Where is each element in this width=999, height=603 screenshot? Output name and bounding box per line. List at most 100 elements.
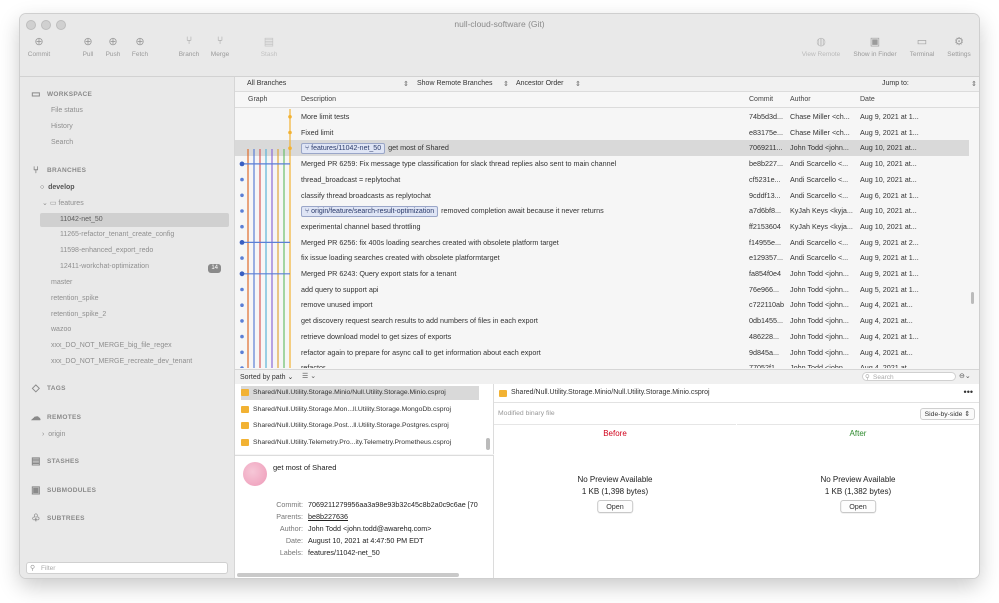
sidebar-item-branch[interactable]: retention_spike (51, 295, 98, 302)
sidebar-item-branch[interactable]: xxx_DO_NOT_MERGE_big_file_regex (51, 342, 172, 349)
sidebar-item-branch[interactable]: wazoo (51, 326, 71, 333)
sidebar-item-file-status[interactable]: File status (51, 107, 83, 114)
branch-button[interactable]: ⑂ Branch (174, 34, 204, 58)
graph-commit-node (239, 161, 245, 167)
sidebar-item-branch[interactable]: retention_spike_2 (51, 311, 106, 318)
graph-column-header[interactable]: Graph (248, 96, 267, 103)
author-row: Author: John Todd <john.todd@awarehq.com… (279, 524, 432, 533)
date-column-header[interactable]: Date (860, 96, 875, 103)
commit-row[interactable]: thread_broadcast = replytochat cf5231e...… (235, 172, 969, 188)
graph-commit-node (240, 224, 244, 229)
remotes-section[interactable]: ☁ REMOTES (30, 412, 81, 423)
commit-hash-row: Commit: 7069211279956aa3a98e93b32c45c8b2… (276, 500, 478, 509)
commit-row[interactable]: refactor 77052f1... John Todd <john... Aug … (235, 360, 969, 368)
changed-files-list: Shared/Null.Utility.Storage.Minio/Null.U… (235, 384, 494, 454)
sidebar-filter-input[interactable]: ⚲ Filter (26, 562, 228, 574)
file-row[interactable]: Shared/Null.Utility.Storage.Minio/Null.U… (241, 386, 479, 400)
commit-author: Andi Scarcello <... (790, 237, 849, 247)
subtrees-section[interactable]: ♧ SUBTREES (30, 513, 85, 524)
commit-column-header[interactable]: Commit (749, 96, 773, 103)
commit-row[interactable]: experimental channel based throttling ff2… (235, 219, 969, 235)
graph-commit-node (240, 350, 244, 355)
submodules-section[interactable]: ▣ SUBMODULES (30, 485, 96, 496)
commit-row[interactable]: ⑂ features/11042-net_50 get most of Share… (235, 140, 969, 157)
commit-row[interactable]: Fixed limit e83175e... Chase Miller <ch...… (235, 125, 969, 141)
file-modified-icon (499, 389, 507, 398)
remote-branches-dropdown[interactable]: Show Remote Branches (417, 80, 492, 87)
sidebar-item-search[interactable]: Search (51, 139, 73, 146)
commit-row[interactable]: classify thread broadcasts as replytocha… (235, 188, 969, 204)
sidebar-item-branch[interactable]: 11265-refactor_tenant_create_config (60, 231, 174, 238)
commit-author: John Todd <john... (790, 363, 849, 368)
stash-button[interactable]: ▤ Stash (254, 34, 284, 59)
stepper-icon: ⇕ (964, 411, 970, 418)
commit-date: Aug 4, 2021 at... (860, 347, 913, 357)
commit-row[interactable]: More limit tests 74b5d3d... Chase Miller <… (235, 109, 969, 125)
commit-button[interactable]: ⊕ Commit (24, 34, 54, 59)
branches-dropdown[interactable]: All Branches (247, 80, 286, 87)
commit-author: Andi Scarcello <... (790, 190, 849, 200)
branch-label-tag[interactable]: ⑂ origin/feature/search-result-optimizat… (301, 206, 439, 218)
commit-row[interactable]: ⑂ origin/feature/search-result-optimizat… (235, 203, 969, 219)
open-before-button[interactable]: Open (597, 500, 633, 513)
branch-label-tag[interactable]: ⑂ features/11042-net_50 (301, 143, 386, 155)
details-scrollbar[interactable] (237, 573, 459, 577)
show-in-finder-button[interactable]: ▣ Show in Finder (853, 34, 896, 59)
file-row[interactable]: Shared/Null.Utility.Storage.Mon...ll.Uti… (241, 403, 479, 417)
history-toolbar: All Branches ⇕ Show Remote Branches ⇕ An… (235, 77, 979, 92)
file-search-input[interactable]: ⚲ Search (862, 372, 956, 381)
open-after-button[interactable]: Open (840, 500, 876, 513)
tag-icon: ◇ (32, 382, 40, 394)
tags-section[interactable]: ◇ TAGS (30, 382, 66, 394)
commit-row[interactable]: get discovery request search results to … (235, 313, 969, 329)
commit-row[interactable]: add query to support api 76e966... John To… (235, 282, 969, 298)
more-icon[interactable]: ••• (964, 387, 973, 397)
sidebar: ▭ WORKSPACE File status History Search ⑂… (20, 77, 235, 578)
commit-description: fix issue loading searches created with … (301, 253, 500, 263)
commit-row[interactable]: retrieve download model to get sizes of … (235, 329, 969, 345)
sidebar-folder-features[interactable]: ⌄ ▭ features (42, 199, 84, 207)
terminal-button[interactable]: ▭ Terminal (907, 34, 937, 59)
history-scrollbar[interactable] (971, 292, 974, 304)
list-view-icon[interactable]: ☰ ⌄ (302, 372, 316, 380)
sidebar-item-remote[interactable]: › origin (42, 431, 65, 438)
parent-commit-link[interactable]: be8b227636 (308, 512, 348, 521)
diff-mode-dropdown[interactable]: Side-by-side ⇕ (919, 408, 975, 420)
commit-description: experimental channel based throttling (301, 221, 421, 231)
commit-hash: 76e966... (749, 284, 779, 294)
push-button[interactable]: ⊕ Push (98, 34, 128, 59)
commit-row[interactable]: Merged PR 6243: Query export stats for a… (235, 266, 969, 282)
sort-dropdown[interactable]: Sorted by path ⌄ (240, 373, 293, 381)
commit-row[interactable]: refactor again to prepare for async call… (235, 345, 969, 361)
commit-row[interactable]: Merged PR 6256: fix 400s loading searche… (235, 235, 969, 251)
commit-row[interactable]: Merged PR 6259: Fix message type classif… (235, 156, 969, 172)
graph-commit-node (240, 366, 244, 368)
sidebar-item-branch[interactable]: xxx_DO_NOT_MERGE_recreate_dev_tenant (51, 358, 192, 365)
sidebar-item-develop[interactable]: ○ develop (40, 184, 75, 191)
commit-date: Aug 10, 2021 at... (860, 221, 917, 231)
order-dropdown[interactable]: Ancestor Order (516, 80, 563, 87)
options-icon[interactable]: ⊖⌄ (959, 372, 971, 380)
stashes-section[interactable]: ▤ STASHES (30, 456, 79, 467)
file-row[interactable]: Shared/Null.Utility.Telemetry.Pro...ity.… (241, 436, 479, 450)
merge-button[interactable]: ⑂ Merge (205, 34, 235, 58)
merge-icon: ⑂ (216, 35, 224, 47)
commit-row[interactable]: remove unused import c722110ab John Todd <… (235, 297, 969, 313)
sidebar-item-branch[interactable]: 11042-net_50 (40, 213, 229, 227)
author-column-header[interactable]: Author (790, 96, 811, 103)
sidebar-item-branch[interactable]: 12411-workchat-optimization 14 (60, 263, 227, 273)
file-row[interactable]: Shared/Null.Utility.Storage.Post...ll.Ut… (241, 419, 479, 433)
commit-row[interactable]: fix issue loading searches created with … (235, 250, 969, 266)
description-column-header[interactable]: Description (301, 96, 336, 103)
files-scrollbar[interactable] (486, 438, 490, 450)
jump-to-label[interactable]: Jump to: (882, 80, 909, 87)
fetch-button[interactable]: ⊕ Fetch (125, 34, 155, 59)
sidebar-item-branch[interactable]: master (51, 279, 72, 286)
settings-button[interactable]: ⚙ Settings (944, 34, 974, 59)
sidebar-item-branch[interactable]: 11598-enhanced_export_redo (60, 247, 153, 254)
workspace-section[interactable]: ▭ WORKSPACE (30, 89, 92, 100)
view-remote-button[interactable]: ◍ View Remote (802, 34, 841, 59)
sidebar-item-history[interactable]: History (51, 123, 73, 130)
commit-icon: ⊕ (34, 35, 44, 48)
branches-section[interactable]: ⑂ BRANCHES (30, 165, 86, 176)
